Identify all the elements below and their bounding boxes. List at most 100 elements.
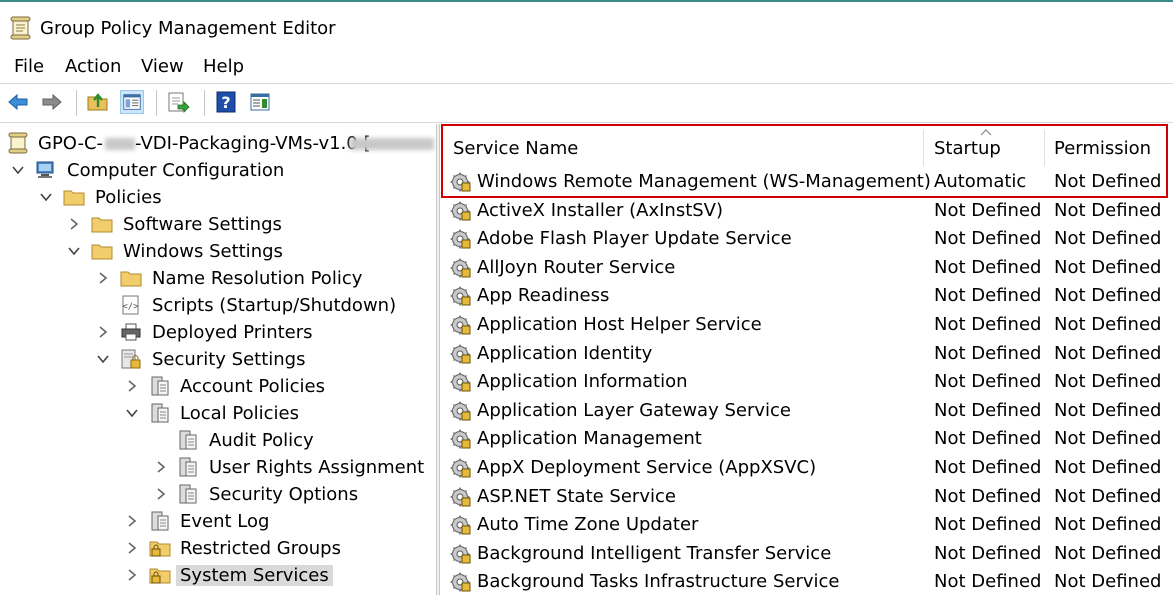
chevron-down-icon[interactable] bbox=[39, 190, 53, 204]
tree-item-security-settings[interactable]: Security Settings bbox=[0, 346, 436, 373]
startup-cell: Not Defined bbox=[934, 485, 1042, 507]
redacted-text bbox=[105, 138, 135, 150]
table-row[interactable]: Auto Time Zone Updater Not Defined Not Def… bbox=[441, 511, 1173, 540]
column-header-service-name[interactable]: Service Name bbox=[441, 124, 923, 172]
permission-cell: Not Defined bbox=[1054, 199, 1162, 221]
up-folder-icon[interactable] bbox=[86, 90, 110, 114]
menu-file[interactable]: File bbox=[14, 56, 44, 77]
back-arrow-icon[interactable] bbox=[6, 90, 30, 114]
tree-item-software-settings[interactable]: Software Settings bbox=[0, 211, 436, 238]
service-gear-icon bbox=[449, 285, 471, 307]
toolbar: ? bbox=[0, 84, 1173, 122]
toolbar-separator bbox=[204, 90, 205, 116]
chevron-down-icon[interactable] bbox=[11, 163, 25, 177]
startup-cell: Not Defined bbox=[934, 342, 1042, 364]
startup-cell: Not Defined bbox=[934, 571, 1042, 593]
service-gear-icon bbox=[449, 457, 471, 479]
service-name-cell: Application Management bbox=[477, 428, 702, 450]
menu-view[interactable]: View bbox=[141, 56, 184, 77]
permission-cell: Not Defined bbox=[1054, 485, 1162, 507]
service-gear-icon bbox=[449, 428, 471, 450]
column-header-label: Service Name bbox=[453, 138, 579, 159]
forward-arrow-icon[interactable] bbox=[40, 90, 64, 114]
sort-ascending-icon bbox=[980, 129, 992, 136]
table-row[interactable]: AllJoyn Router Service Not Defined Not Def… bbox=[441, 254, 1173, 283]
chevron-down-icon[interactable] bbox=[125, 406, 139, 420]
column-header-permission[interactable]: Permission bbox=[1045, 124, 1173, 172]
startup-cell: Not Defined bbox=[934, 542, 1042, 564]
table-row[interactable]: Application Information Not Defined Not De… bbox=[441, 368, 1173, 397]
export-list-icon[interactable] bbox=[166, 90, 190, 114]
chevron-right-icon[interactable] bbox=[125, 568, 139, 582]
tree-item-deployed-printers[interactable]: Deployed Printers bbox=[0, 319, 436, 346]
service-name-cell: Windows Remote Management (WS-Management… bbox=[477, 171, 931, 192]
policy-book-icon bbox=[179, 484, 197, 504]
folder-icon bbox=[120, 271, 142, 287]
tree-item-system-services[interactable]: System Services bbox=[0, 562, 436, 589]
column-header-startup[interactable]: Startup bbox=[924, 124, 1044, 172]
startup-cell: Not Defined bbox=[934, 514, 1042, 536]
tree-item-computer-configuration[interactable]: Computer Configuration bbox=[0, 157, 436, 184]
tree-item-audit-policy[interactable]: Audit Policy bbox=[0, 427, 436, 454]
table-row[interactable]: Background Intelligent Transfer Service N… bbox=[441, 540, 1173, 569]
tree-item-event-log[interactable]: Event Log bbox=[0, 508, 436, 535]
chevron-right-icon[interactable] bbox=[67, 217, 81, 231]
chevron-right-icon[interactable] bbox=[96, 325, 110, 339]
table-row[interactable]: Application Layer Gateway Service Not Def… bbox=[441, 397, 1173, 426]
chevron-right-icon[interactable] bbox=[125, 541, 139, 555]
startup-cell: Not Defined bbox=[934, 428, 1042, 450]
menu-help[interactable]: Help bbox=[203, 56, 244, 77]
locked-folder-icon bbox=[149, 568, 171, 584]
title-bar: Group Policy Management Editor bbox=[0, 2, 1173, 48]
permission-cell: Not Defined bbox=[1054, 171, 1162, 192]
tree-item-name-resolution-policy[interactable]: Name Resolution Policy bbox=[0, 265, 436, 292]
chevron-right-icon[interactable] bbox=[96, 271, 110, 285]
service-name-cell: ActiveX Installer (AxInstSV) bbox=[477, 199, 724, 221]
tree-item-security-options[interactable]: Security Options bbox=[0, 481, 436, 508]
table-row[interactable]: Adobe Flash Player Update Service Not Def… bbox=[441, 225, 1173, 254]
folder-icon bbox=[63, 190, 85, 206]
table-row[interactable]: Application Identity Not Defined Not Defin… bbox=[441, 340, 1173, 369]
chevron-right-icon[interactable] bbox=[154, 487, 168, 501]
startup-cell: Automatic bbox=[934, 171, 1027, 192]
tree-item-windows-settings[interactable]: Windows Settings bbox=[0, 238, 436, 265]
toolbar-separator-line bbox=[0, 122, 1173, 123]
table-row[interactable]: Application Host Helper Service Not Defin… bbox=[441, 311, 1173, 340]
table-row[interactable]: ActiveX Installer (AxInstSV) Not Defined N… bbox=[441, 197, 1173, 226]
folder-icon bbox=[91, 217, 113, 233]
help-icon[interactable]: ? bbox=[214, 90, 238, 114]
service-name-cell: AppX Deployment Service (AppXSVC) bbox=[477, 457, 817, 478]
chevron-down-icon[interactable] bbox=[67, 244, 81, 258]
locked-folder-icon bbox=[149, 541, 171, 557]
tree-item-account-policies[interactable]: Account Policies bbox=[0, 373, 436, 400]
table-row[interactable]: Application Management Not Defined Not Def… bbox=[441, 425, 1173, 454]
show-hide-tree-button[interactable] bbox=[120, 90, 144, 114]
chevron-right-icon[interactable] bbox=[125, 379, 139, 393]
tree-item-user-rights-assignment[interactable]: User Rights Assignment bbox=[0, 454, 436, 481]
chevron-down-icon[interactable] bbox=[96, 352, 110, 366]
table-row[interactable]: Windows Remote Management (WS-Management… bbox=[441, 168, 1173, 197]
tree-item-policies[interactable]: Policies bbox=[0, 184, 436, 211]
table-row[interactable]: AppX Deployment Service (AppXSVC) Not Def… bbox=[441, 454, 1173, 483]
permission-cell: Not Defined bbox=[1054, 542, 1162, 564]
menu-action[interactable]: Action bbox=[65, 56, 121, 77]
tree-item-gpo-root[interactable]: GPO-C- -VDI-Packaging-VMs-v1.0 [ bbox=[0, 130, 436, 157]
redacted-text bbox=[350, 138, 434, 150]
tree-item-label: Restricted Groups bbox=[180, 538, 341, 559]
chevron-right-icon[interactable] bbox=[154, 460, 168, 474]
chevron-right-icon[interactable] bbox=[125, 514, 139, 528]
permission-cell: Not Defined bbox=[1054, 399, 1162, 421]
menu-bar: File Action View Help bbox=[0, 52, 1173, 82]
tree-item-local-policies[interactable]: Local Policies bbox=[0, 400, 436, 427]
tree-item-label: System Services bbox=[176, 565, 333, 586]
service-name-cell: Auto Time Zone Updater bbox=[477, 514, 699, 536]
pane-splitter[interactable] bbox=[436, 124, 440, 595]
tree-item-scripts[interactable]: </> Scripts (Startup/Shutdown) bbox=[0, 292, 436, 319]
show-action-pane-icon[interactable] bbox=[248, 90, 272, 114]
tree-item-restricted-groups[interactable]: Restricted Groups bbox=[0, 535, 436, 562]
table-row[interactable]: ASP.NET State Service Not Defined Not Defi… bbox=[441, 483, 1173, 512]
table-row[interactable]: App Readiness Not Defined Not Defined bbox=[441, 282, 1173, 311]
table-row[interactable]: Background Tasks Infrastructure Service N… bbox=[441, 568, 1173, 595]
service-name-cell: App Readiness bbox=[477, 285, 610, 307]
services-list: Service Name Startup Permission Windows … bbox=[441, 124, 1173, 595]
